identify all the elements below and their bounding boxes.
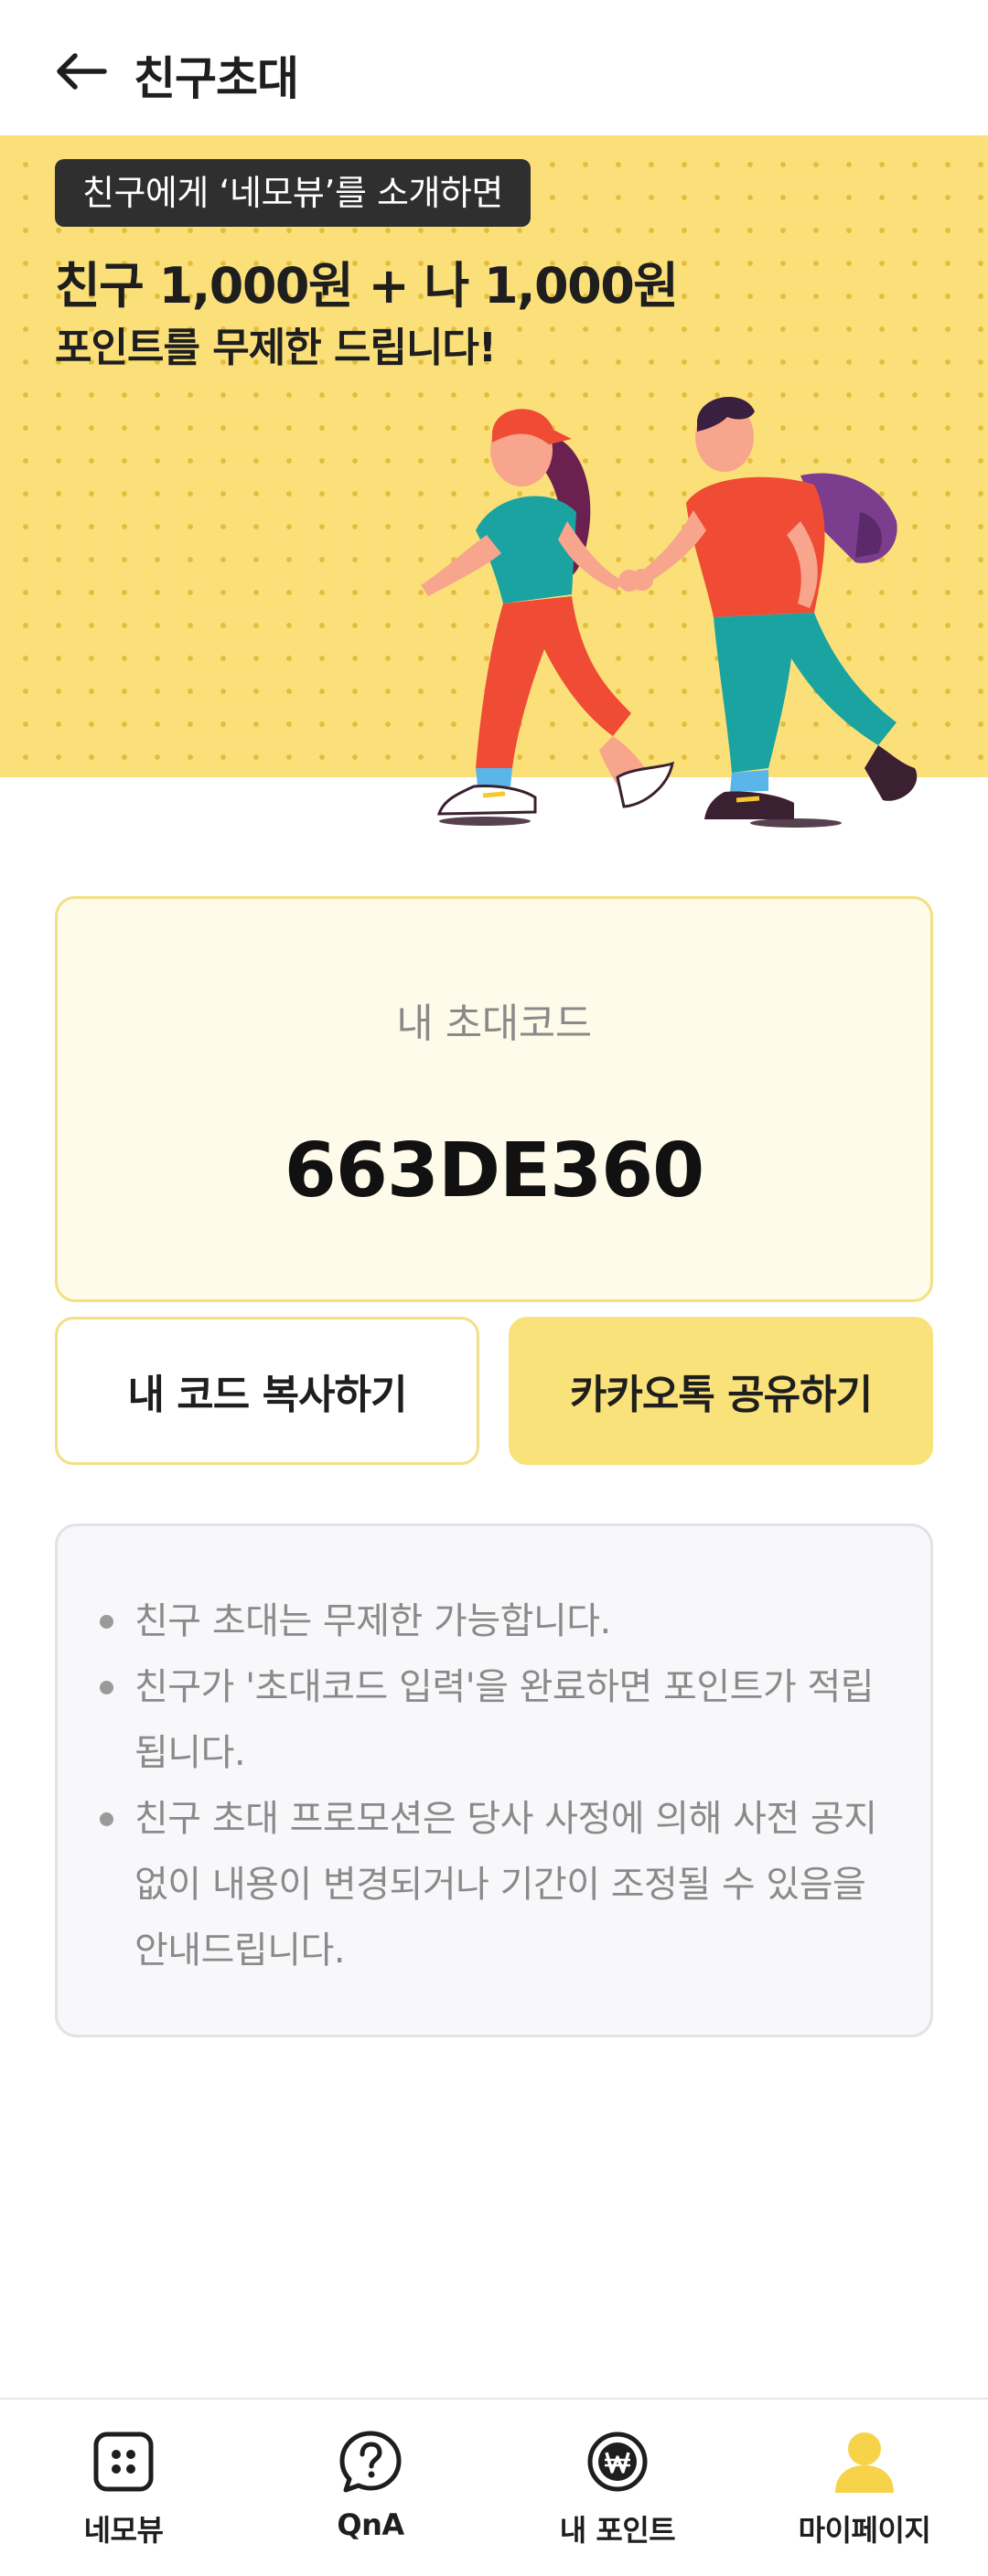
nav-label: 내 포인트 (559, 2513, 676, 2548)
user-icon (830, 2427, 899, 2496)
kakaotalk-share-button[interactable]: 카카오톡 공유하기 (509, 1317, 933, 1465)
banner-tag: 친구에게 ‘네모뷰’를 소개하면 (55, 159, 531, 227)
app-header: 친구초대 (0, 0, 988, 135)
back-button[interactable] (48, 38, 113, 104)
grid-dots-icon (89, 2427, 158, 2496)
notice-box: 친구 초대는 무제한 가능합니다. 친구가 '초대코드 입력'을 완료하면 포인… (55, 1523, 933, 2037)
nav-label: 네모뷰 (83, 2513, 164, 2548)
nav-item-nemoview[interactable]: 네모뷰 (32, 2427, 215, 2564)
invite-code-label: 내 초대코드 (396, 1000, 592, 1047)
won-coin-icon (583, 2427, 652, 2496)
nav-item-my-page[interactable]: 마이페이지 (773, 2427, 956, 2564)
nav-item-qna[interactable]: QnA (279, 2427, 462, 2564)
invite-code-card: 내 초대코드 663DE360 (55, 896, 933, 1302)
notice-list: 친구 초대는 무제한 가능합니다. 친구가 '초대코드 입력'을 완료하면 포인… (94, 1588, 899, 1983)
nav-item-my-points[interactable]: 내 포인트 (526, 2427, 709, 2564)
notice-item: 친구 초대 프로모션은 당사 사정에 의해 사전 공지 없이 내용이 변경되거나… (94, 1786, 899, 1983)
banner-subline: 포인트를 무제한 드립니다! (55, 325, 497, 371)
notice-item: 친구가 '초대코드 입력'을 완료하면 포인트가 적립됩니다. (94, 1654, 899, 1786)
arrow-left-icon (57, 53, 107, 90)
notice-item: 친구 초대는 무제한 가능합니다. (94, 1588, 899, 1654)
bottom-navigation: 네모뷰 QnA 내 포인트 마이페이지 (0, 2398, 988, 2576)
copy-code-button[interactable]: 내 코드 복사하기 (55, 1317, 479, 1465)
walking-couple-illustration (421, 396, 918, 828)
invite-code-value: 663DE360 (284, 1128, 704, 1214)
nav-label: 마이페이지 (798, 2513, 931, 2548)
banner-headline: 친구 1,000원 + 나 1,000원 (55, 257, 679, 315)
question-bubble-icon (336, 2427, 405, 2496)
page-title: 친구초대 (134, 52, 299, 105)
nav-label: QnA (337, 2507, 404, 2542)
